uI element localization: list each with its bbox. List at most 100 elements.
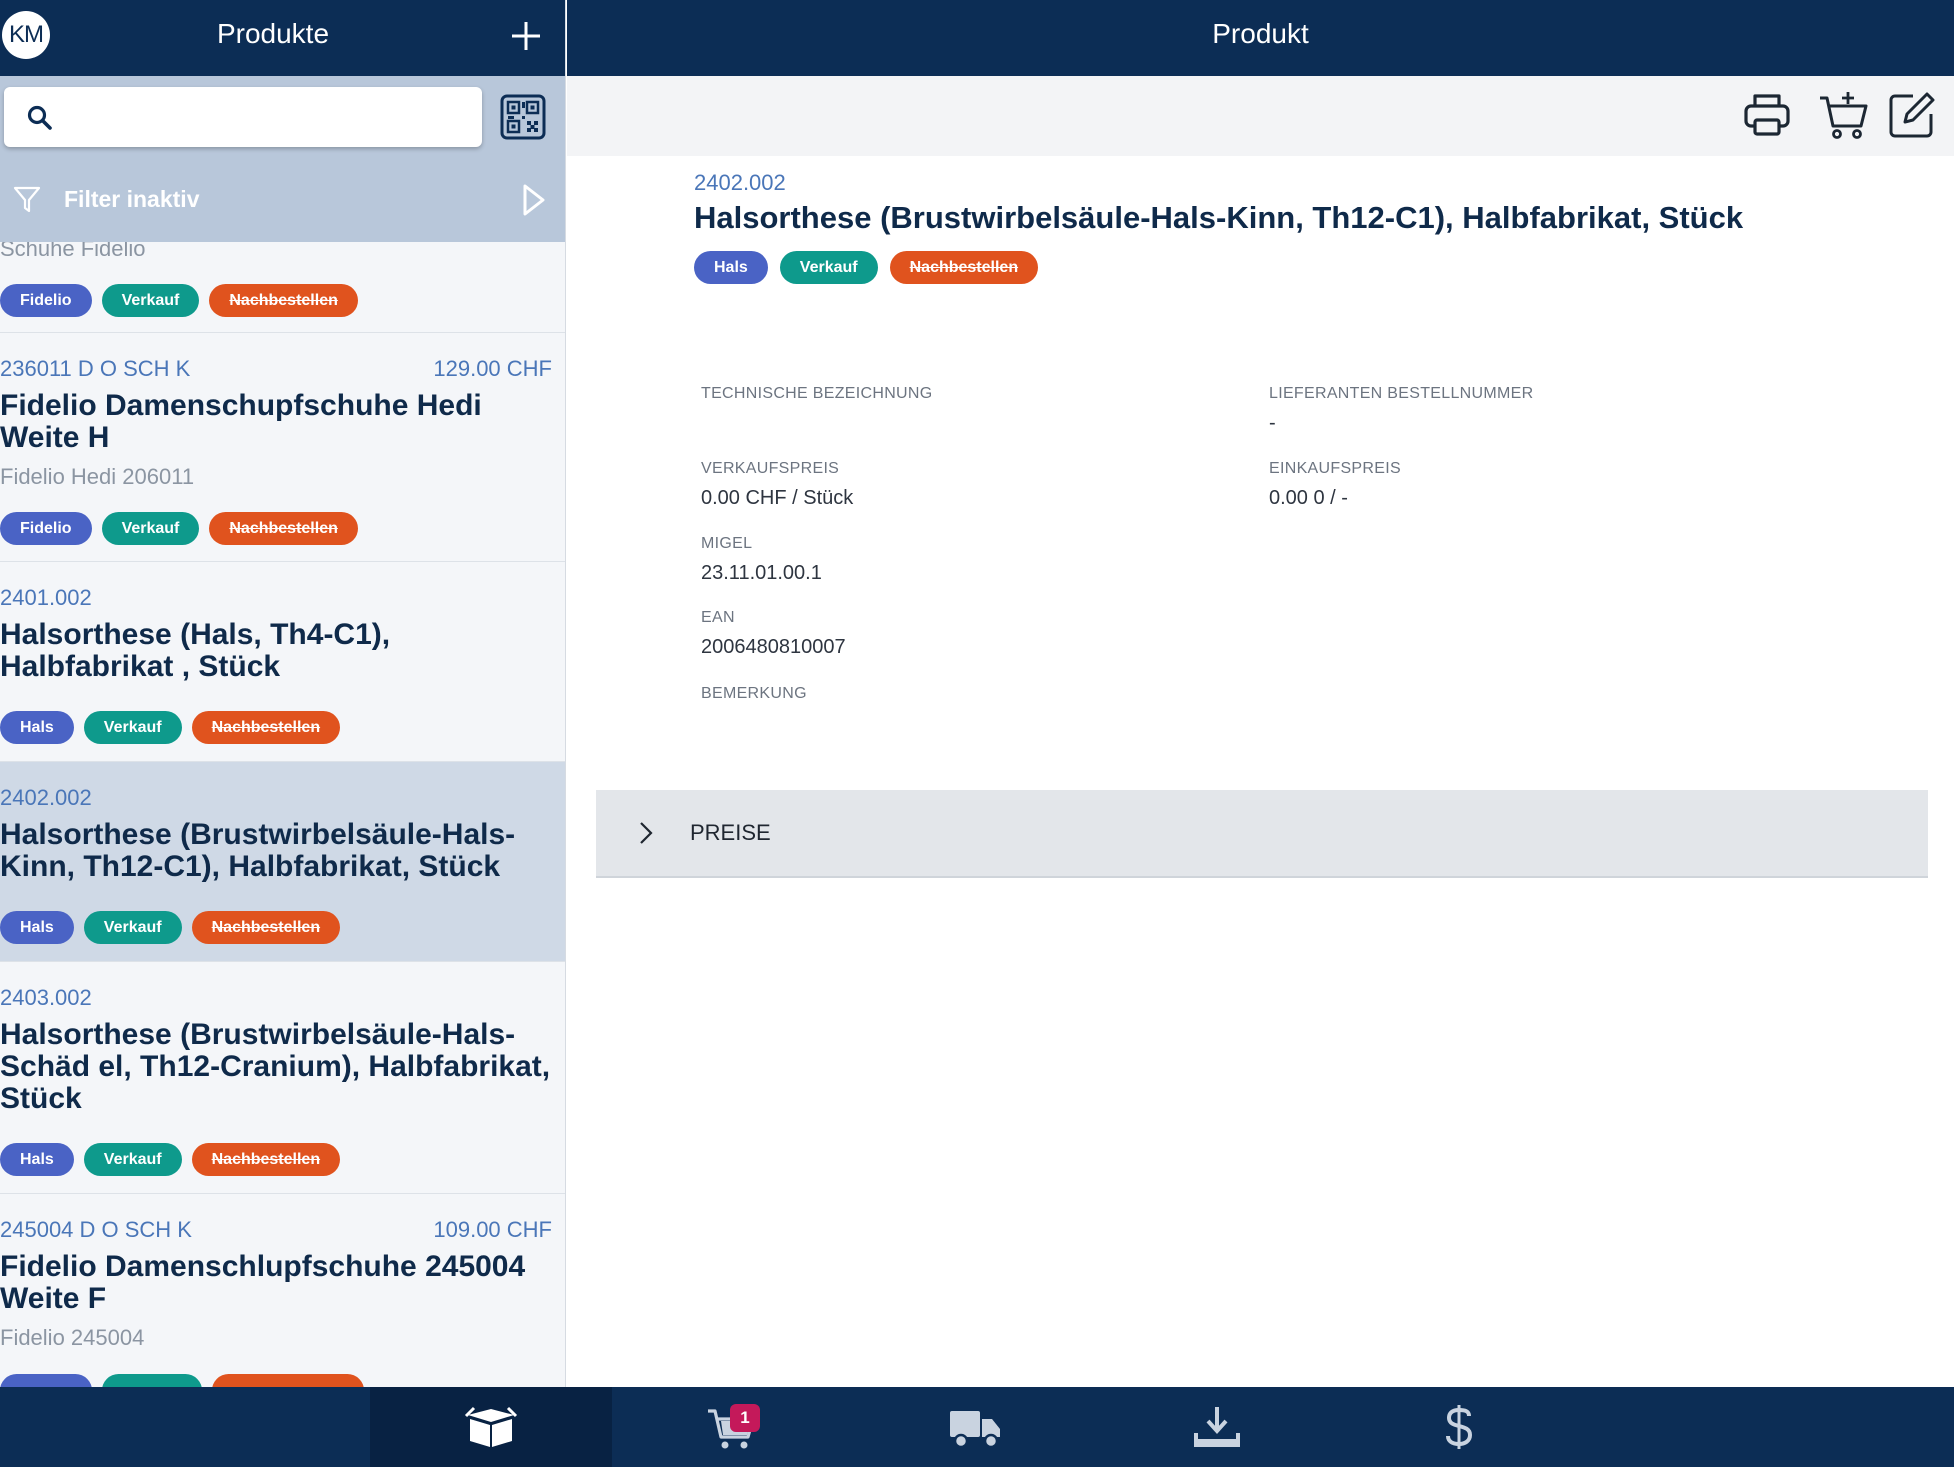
product-tags: Hals Verkauf Nachbestellen bbox=[0, 911, 341, 944]
filter-label: Filter inaktiv bbox=[64, 186, 200, 212]
product-name: Fidelio Damenschlupfschuhe 245004 Weite F bbox=[0, 1250, 526, 1315]
product-code: 245004 D O SCH K bbox=[0, 1217, 192, 1242]
nav-products[interactable] bbox=[370, 1387, 612, 1467]
prices-section-label: PREISE bbox=[690, 820, 771, 845]
category-tag bbox=[0, 1374, 92, 1387]
product-code: 2402.002 bbox=[0, 785, 92, 810]
add-to-cart-button[interactable] bbox=[1817, 88, 1871, 142]
filter-icon bbox=[13, 186, 41, 213]
list-item[interactable]: 236011 D O SCH K 129.00 CHF Fidelio Dame… bbox=[0, 333, 565, 562]
detail-product-name: Halsorthese (Brustwirbelsäule-Hals-Kinn,… bbox=[694, 200, 1744, 235]
list-item[interactable]: 2403.002 Halsorthese (Brustwirbelsäule-H… bbox=[0, 962, 565, 1194]
reorder-tag: Nachbestellen bbox=[191, 711, 341, 744]
print-button[interactable] bbox=[1740, 88, 1794, 142]
sale-tag: Verkauf bbox=[101, 284, 200, 317]
download-icon bbox=[1194, 1407, 1240, 1447]
technical-name-label: TECHNISCHE BEZEICHNUNG bbox=[701, 385, 933, 402]
product-tags-partial bbox=[0, 1374, 364, 1387]
search-filter-bar: Filter inaktiv bbox=[0, 76, 565, 242]
qr-code-icon bbox=[500, 94, 546, 140]
qr-scan-button[interactable] bbox=[500, 94, 546, 140]
product-tags: Fidelio Verkauf Nachbestellen bbox=[0, 512, 358, 545]
detail-product-code: 2402.002 bbox=[694, 170, 786, 195]
reorder-tag: Nachbestellen bbox=[209, 284, 358, 317]
product-subtitle: Fidelio 245004 bbox=[0, 1325, 145, 1350]
product-price: 129.00 CHF bbox=[433, 356, 552, 381]
product-subtitle: Fidelio Hedi 206011 bbox=[0, 464, 195, 489]
sale-tag: Verkauf bbox=[83, 1143, 182, 1176]
edit-button[interactable] bbox=[1885, 88, 1939, 142]
product-name: Fidelio Damenschupfschuhe Hedi Weite H bbox=[0, 389, 482, 454]
product-name: Halsorthese (Brustwirbelsäule-Hals- Schäd… bbox=[0, 1018, 551, 1115]
list-item[interactable]: Schuhe Fidelio Fidelio Verkauf Nachbeste… bbox=[0, 242, 565, 333]
reorder-tag: Nachbestellen bbox=[191, 911, 341, 944]
category-tag: Hals bbox=[0, 911, 74, 944]
category-tag: Hals bbox=[694, 251, 768, 284]
reorder-tag: Nachbestellen bbox=[209, 512, 358, 545]
purchase-price-label: EINKAUFSPREIS bbox=[1269, 460, 1401, 477]
purchase-price-value: 0.00 0 / - bbox=[1269, 487, 1348, 509]
product-list: Schuhe Fidelio Fidelio Verkauf Nachbeste… bbox=[0, 242, 565, 1387]
play-arrow-icon bbox=[523, 184, 545, 216]
migel-value: 23.11.01.00.1 bbox=[701, 562, 822, 584]
page-title: Produkte bbox=[216, 18, 330, 49]
search-icon bbox=[27, 105, 52, 130]
detail-title: Produkt bbox=[1212, 18, 1309, 49]
category-tag: Hals bbox=[0, 1143, 74, 1176]
product-code: 236011 D O SCH K bbox=[0, 356, 191, 381]
category-tag: Hals bbox=[0, 711, 74, 744]
chevron-right-icon bbox=[640, 822, 653, 844]
remark-label: BEMERKUNG bbox=[701, 685, 807, 702]
product-tags: Hals Verkauf Nachbestellen bbox=[0, 711, 341, 744]
product-list-header: KM Produkte bbox=[0, 0, 565, 76]
add-product-button[interactable] bbox=[506, 16, 546, 56]
sale-price-value: 0.00 CHF / Stück bbox=[701, 487, 854, 509]
product-list-panel: KM Produkte Filter inaktiv Schuhe Fideli… bbox=[0, 0, 566, 1387]
reorder-tag bbox=[212, 1374, 364, 1387]
bottom-navigation: 1 bbox=[0, 1387, 1954, 1467]
printer-icon bbox=[1744, 94, 1790, 136]
nav-prices[interactable] bbox=[1338, 1387, 1580, 1467]
sale-tag: Verkauf bbox=[83, 911, 182, 944]
product-name: Halsorthese (Hals, Th4-C1), Halbfabrikat … bbox=[0, 618, 391, 683]
sale-tag: Verkauf bbox=[83, 711, 182, 744]
list-item[interactable]: 245004 D O SCH K 109.00 CHF Fidelio Dame… bbox=[0, 1194, 565, 1387]
edit-icon bbox=[1889, 92, 1935, 138]
search-input[interactable] bbox=[68, 97, 468, 137]
detail-tags: Hals Verkauf Nachbestellen bbox=[694, 251, 1039, 284]
product-detail-header: Produkt bbox=[567, 0, 1954, 76]
filter-toggle[interactable]: Filter inaktiv bbox=[0, 170, 565, 230]
product-name: Halsorthese (Brustwirbelsäule-Hals- Kinn,… bbox=[0, 818, 516, 883]
sale-tag: Verkauf bbox=[779, 251, 878, 284]
reorder-tag: Nachbestellen bbox=[191, 1143, 341, 1176]
list-item[interactable]: 2401.002 Halsorthese (Hals, Th4-C1), Halb… bbox=[0, 562, 565, 762]
box-icon bbox=[464, 1406, 518, 1447]
dollar-icon bbox=[1446, 1405, 1473, 1449]
sale-price-label: VERKAUFSPREIS bbox=[701, 460, 840, 477]
product-code: 2401.002 bbox=[0, 585, 92, 610]
nav-deliveries[interactable] bbox=[854, 1387, 1096, 1467]
product-tags: Fidelio Verkauf Nachbestellen bbox=[0, 284, 358, 317]
search-box[interactable] bbox=[4, 87, 482, 147]
category-tag: Fidelio bbox=[0, 284, 92, 317]
sale-tag bbox=[102, 1374, 202, 1387]
plus-icon bbox=[512, 22, 540, 50]
cart-count-badge: 1 bbox=[730, 1404, 760, 1432]
prices-section-toggle[interactable]: PREISE bbox=[596, 790, 1928, 878]
sale-tag: Verkauf bbox=[101, 512, 200, 545]
ean-label: EAN bbox=[701, 609, 735, 626]
product-code: 2403.002 bbox=[0, 985, 92, 1010]
cart-add-icon bbox=[1820, 92, 1868, 139]
ean-value: 2006480810007 bbox=[701, 636, 846, 658]
supplier-order-number-label: LIEFERANTEN BESTELLNUMMER bbox=[1269, 385, 1534, 402]
migel-label: MIGEL bbox=[701, 535, 753, 552]
truck-icon bbox=[950, 1411, 1000, 1449]
detail-toolbar bbox=[567, 76, 1954, 156]
product-price: 109.00 CHF bbox=[433, 1217, 552, 1242]
supplier-order-number-value: - bbox=[1269, 412, 1276, 434]
product-subtitle: Schuhe Fidelio bbox=[0, 242, 146, 261]
list-item-selected[interactable]: 2402.002 Halsorthese (Brustwirbelsäule-H… bbox=[0, 762, 565, 962]
nav-downloads[interactable] bbox=[1096, 1387, 1338, 1467]
product-tags: Hals Verkauf Nachbestellen bbox=[0, 1143, 341, 1176]
reorder-tag: Nachbestellen bbox=[889, 251, 1039, 284]
